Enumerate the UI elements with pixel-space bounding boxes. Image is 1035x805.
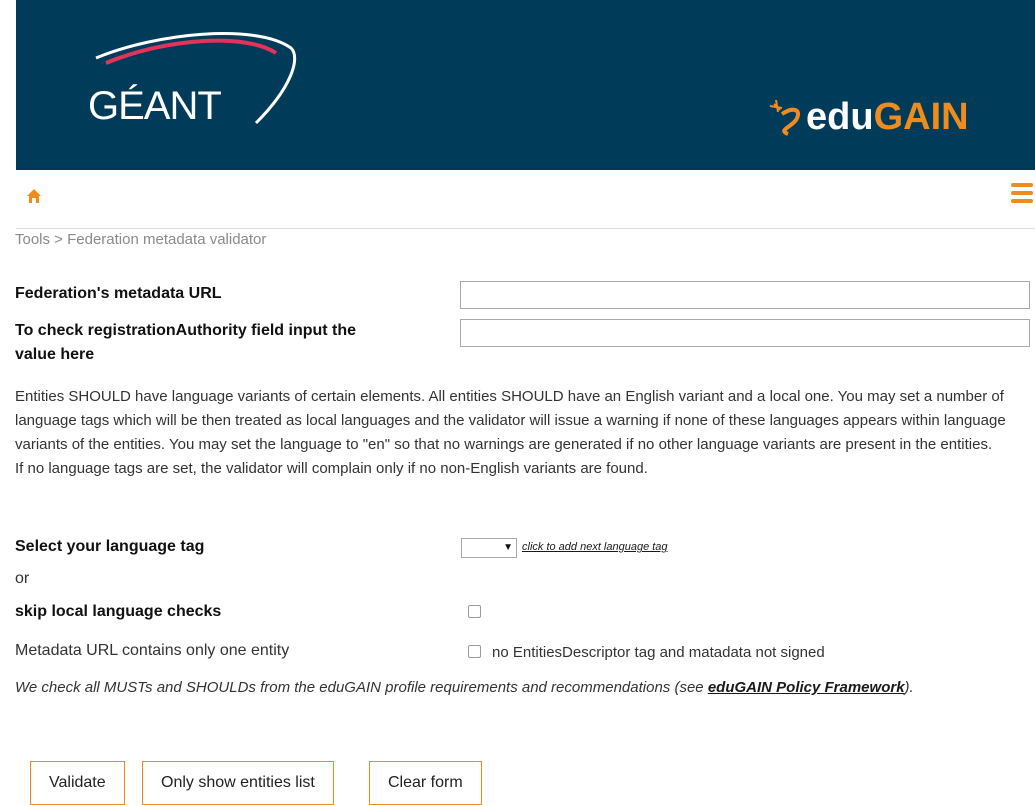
validate-button[interactable]: Validate [30,761,125,805]
menu-bar-2 [1011,191,1033,195]
policy-framework-link[interactable]: eduGAIN Policy Framework [708,679,905,696]
edugain-logo: eduGAIN [806,96,969,139]
language-tag-label: Select your language tag [15,538,205,555]
add-language-tag-link[interactable]: click to add next language tag [522,541,668,553]
language-info-text: Entities SHOULD have language variants o… [15,388,1006,453]
reg-authority-label-line1: To check registrationAuthority field inp… [15,322,357,339]
only-entities-button[interactable]: Only show entities list [142,761,334,805]
reg-authority-label-line2: value here [15,346,95,363]
language-info-text-2: If no language tags are set, the validat… [15,460,648,477]
site-header: GÉANT eduGAIN [16,0,1035,170]
hamburger-menu-icon[interactable] [1011,180,1033,208]
profile-note: We check all MUSTs and SHOULDs from the … [15,676,1025,700]
metadata-url-input[interactable] [460,281,1030,309]
one-entity-label: Metadata URL contains only one entity [15,642,290,659]
edugain-star-icon [769,99,801,136]
breadcrumb: Tools > Federation metadata validator [15,231,267,248]
reg-authority-label: To check registrationAuthority field inp… [15,319,356,367]
nav-bar [16,170,1035,229]
geant-logo-text: GÉANT [88,84,222,128]
profile-note-end: ). [904,679,914,696]
menu-bar-1 [1011,183,1033,187]
edugain-logo-edu: edu [806,96,874,138]
home-icon[interactable] [26,188,42,204]
menu-bar-3 [1011,199,1033,203]
language-info-paragraph: Entities SHOULD have language variants o… [15,385,1025,481]
dropdown-arrow-icon: ▼ [503,542,513,553]
one-entity-checkbox[interactable] [468,645,481,658]
edugain-logo-gain: GAIN [873,96,969,138]
reg-authority-input[interactable] [460,319,1030,347]
clear-form-button[interactable]: Clear form [369,761,482,805]
skip-checks-label: skip local language checks [15,603,222,620]
or-text: or [15,570,30,587]
language-tag-select[interactable]: ▼ [461,538,517,558]
one-entity-checkbox-label: no EntitiesDescriptor tag and matadata n… [492,644,825,661]
metadata-url-label: Federation's metadata URL [15,285,222,302]
profile-note-text: We check all MUSTs and SHOULDs from the … [15,679,708,696]
skip-checks-checkbox[interactable] [468,605,481,618]
